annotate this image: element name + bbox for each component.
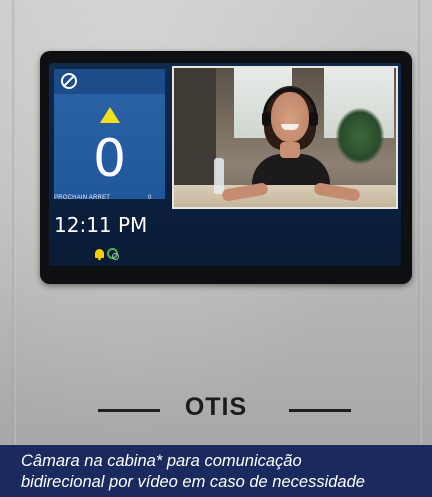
link-icon — [107, 248, 119, 260]
brand-line-right — [289, 409, 351, 412]
panel-seam — [418, 0, 422, 445]
display-screen: 0 PROCHAIN ARRET 0 12:11 PM — [49, 63, 401, 266]
water-bottle — [214, 158, 224, 194]
status-bar — [54, 69, 165, 94]
panel-seam — [12, 0, 16, 445]
floor-number: 0 — [92, 129, 127, 189]
person-neck — [280, 142, 300, 158]
headset-earpiece — [262, 112, 271, 126]
video-background-plant — [336, 108, 384, 164]
up-arrow-icon — [100, 107, 120, 123]
elevator-panel-photo: 0 PROCHAIN ARRET 0 12:11 PM OTIS — [0, 0, 432, 497]
no-smoking-icon — [61, 73, 77, 89]
brand-logo: OTIS — [184, 393, 248, 421]
caption-line-1: Câmara na cabina* para comunicação — [21, 452, 302, 470]
floor-indicator-panel: 0 — [54, 69, 165, 199]
caption-line-2: bidirecional por vídeo em caso de necess… — [21, 473, 365, 491]
caption-banner: Câmara na cabina* para comunicação bidir… — [0, 445, 432, 497]
video-call-feed — [172, 66, 398, 209]
clock: 12:11 PM — [54, 213, 148, 237]
next-stop-label: PROCHAIN ARRET — [54, 195, 111, 201]
display-bezel: 0 PROCHAIN ARRET 0 12:11 PM — [40, 51, 412, 284]
desk — [174, 185, 396, 207]
bell-icon — [95, 249, 104, 260]
next-stop-value: 0 — [148, 195, 152, 201]
headset-earpiece — [309, 112, 318, 126]
